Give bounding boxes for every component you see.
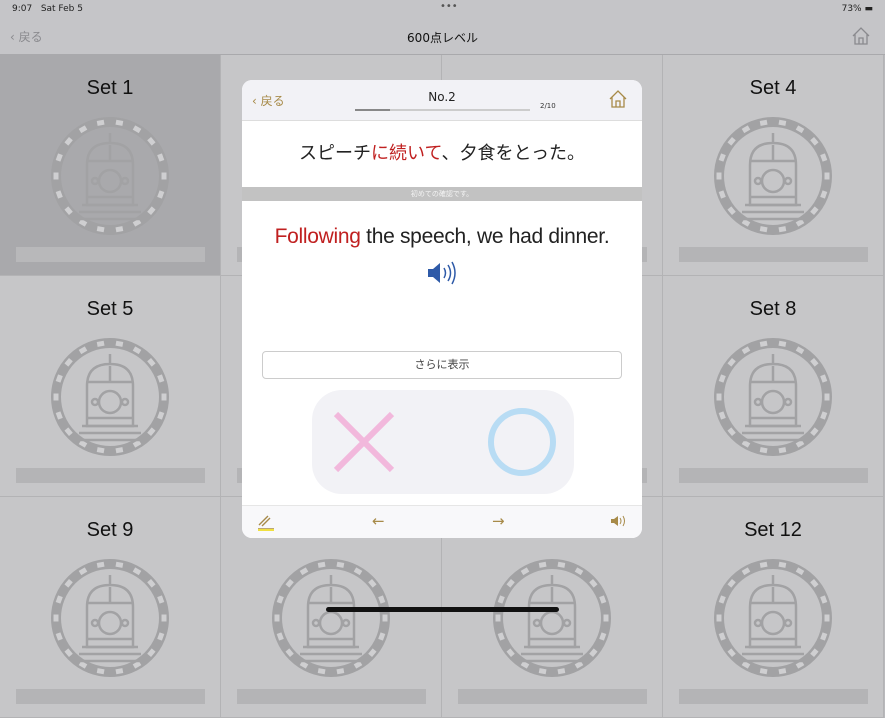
modal-header: ‹ 戻る No.2 2/10 <box>242 80 642 121</box>
set-progress-bar <box>16 247 205 262</box>
highlighter-icon[interactable] <box>256 511 276 535</box>
battery: 73% ▬ <box>841 4 873 14</box>
status-time: 9:07 Sat Feb 5 <box>12 4 83 14</box>
set-tile[interactable]: Set 12 <box>663 497 884 718</box>
next-arrow-icon[interactable]: → <box>492 512 505 530</box>
prev-arrow-icon[interactable]: ← <box>372 512 385 530</box>
wrong-button[interactable] <box>332 410 396 474</box>
multitask-dots[interactable]: ••• <box>440 1 458 12</box>
set-tile[interactable]: Set 5 <box>0 276 221 497</box>
set-progress-bar <box>458 689 647 704</box>
set-progress-bar <box>16 468 205 483</box>
set-title: Set 5 <box>86 298 134 320</box>
flashcard-modal: ‹ 戻る No.2 2/10 スピーチに続いて、夕食をとった。 初めての確認です… <box>242 80 642 538</box>
nav-bar: ‹ 戻る 600点レベル <box>0 20 885 55</box>
set-title: Set 1 <box>86 77 134 99</box>
modal-footer: ← → <box>242 505 642 538</box>
set-tile[interactable]: Set 8 <box>663 276 884 497</box>
modal-home-icon[interactable] <box>608 89 628 113</box>
card-number: No.2 <box>428 90 456 104</box>
set-progress-bar <box>237 689 426 704</box>
set-progress-bar <box>16 689 205 704</box>
card-counter: 2/10 <box>540 102 556 110</box>
footer-speaker-icon[interactable] <box>610 514 628 532</box>
set-title: Set 12 <box>744 519 802 541</box>
set-tile[interactable]: Set 1 <box>0 55 221 276</box>
status-note: 初めての確認です。 <box>242 187 642 201</box>
progress-bar <box>355 109 530 111</box>
home-icon[interactable] <box>851 26 871 50</box>
speaker-icon[interactable] <box>242 259 642 291</box>
set-tile[interactable]: Set 4 <box>663 55 884 276</box>
set-title: Set 4 <box>749 77 797 99</box>
set-progress-bar <box>679 247 868 262</box>
home-indicator[interactable] <box>326 607 559 612</box>
set-progress-bar <box>679 689 868 704</box>
show-more-button[interactable]: さらに表示 <box>262 351 622 379</box>
english-sentence: Following the speech, we had dinner. <box>274 225 610 248</box>
answer-panel <box>312 390 574 494</box>
set-progress-bar <box>679 468 868 483</box>
correct-button[interactable] <box>486 406 558 478</box>
page-title: 600点レベル <box>407 31 478 45</box>
set-tile[interactable]: Set 9 <box>0 497 221 718</box>
set-title: Set 9 <box>86 519 134 541</box>
status-bar: 9:07 Sat Feb 5 ••• 73% ▬ <box>0 0 885 20</box>
japanese-sentence: スピーチに続いて、夕食をとった。 <box>298 143 586 164</box>
set-title: Set 8 <box>749 298 797 320</box>
